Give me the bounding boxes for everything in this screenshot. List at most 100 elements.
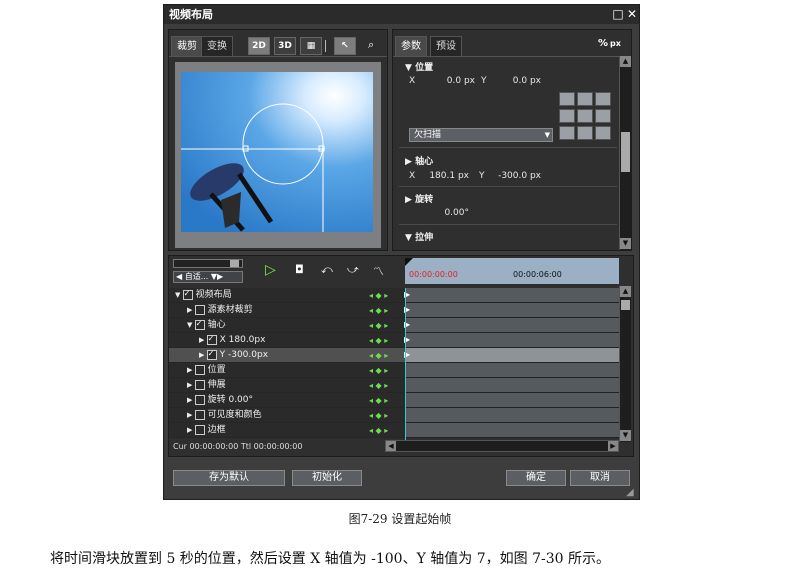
percent-icon[interactable]: % <box>598 38 608 49</box>
keyframe-nav-icon[interactable]: ◂ ◆ ▸ <box>369 288 388 303</box>
track-checkbox[interactable] <box>194 394 205 405</box>
play-icon[interactable]: ▷ <box>265 262 276 278</box>
timeline-hscrollbar[interactable]: ◀ ▶ <box>385 440 619 452</box>
close-icon[interactable]: ✕ <box>625 5 639 24</box>
pivot-y-field[interactable]: -300.0 px <box>489 171 541 181</box>
tab-crop[interactable]: 裁剪 <box>171 36 203 56</box>
track-checkbox[interactable] <box>206 349 217 360</box>
scroll-down-icon[interactable]: ▼ <box>620 238 631 249</box>
track-lane[interactable]: ▶ <box>404 318 619 333</box>
track-lane[interactable] <box>405 408 619 423</box>
track-row[interactable]: ▶ 可见度和颜色 ◂ ◆ ▸ <box>169 408 405 423</box>
track-lane[interactable]: ▶ <box>404 333 619 348</box>
expand-arrow-icon[interactable]: ▶ <box>187 306 195 314</box>
grid-icon[interactable]: ▦ <box>300 37 322 55</box>
tool-2d[interactable]: 2D <box>248 37 270 55</box>
scroll-right-icon[interactable]: ▶ <box>608 441 618 451</box>
collapse-arrow-icon[interactable]: ▼ <box>187 321 195 329</box>
rotation-field[interactable]: 0.00° <box>429 208 469 218</box>
nudge-down-right-icon[interactable] <box>595 126 611 140</box>
nudge-center-icon[interactable] <box>577 109 593 123</box>
tab-transform[interactable]: 变换 <box>201 36 233 56</box>
nudge-right-icon[interactable] <box>595 109 611 123</box>
track-row[interactable]: ▶ Y -300.0px ◂ ◆ ▸ <box>169 348 405 363</box>
keyframe-nav-icon[interactable]: ◂ ◆ ▸ <box>369 318 388 333</box>
collapse-arrow-icon[interactable]: ▼ <box>175 291 183 299</box>
track-lane[interactable] <box>405 378 619 393</box>
section-position[interactable]: ▼ 位置 <box>405 60 433 73</box>
px-unit-toggle[interactable]: px <box>610 39 621 48</box>
expand-arrow-icon[interactable]: ▶ <box>199 351 207 359</box>
timeline-scroll-up-icon[interactable]: ▲ <box>620 286 631 297</box>
track-lane[interactable]: ▶ <box>404 303 619 318</box>
expand-arrow-icon[interactable]: ▶ <box>187 411 195 419</box>
track-lane[interactable]: ▶ <box>404 288 619 303</box>
maximize-icon[interactable]: □ <box>611 5 625 24</box>
track-row[interactable]: ▶ 旋转 0.00° ◂ ◆ ▸ <box>169 393 405 408</box>
overscan-dropdown[interactable]: 欠扫描 ▼ <box>409 128 553 142</box>
keyframe-nav-icon[interactable]: ◂ ◆ ▸ <box>369 363 388 378</box>
track-checkbox[interactable] <box>194 424 205 435</box>
time-ruler[interactable]: 00:00:00:00 00:00:06:00 <box>405 258 619 284</box>
keyframe-icon[interactable]: ◘ <box>295 263 304 276</box>
keyframe-nav-icon[interactable]: ◂ ◆ ▸ <box>369 378 388 393</box>
timeline-scroll-down-icon[interactable]: ▼ <box>620 430 631 441</box>
section-pivot[interactable]: ▶ 轴心 <box>405 154 433 167</box>
nudge-up-icon[interactable] <box>577 92 593 106</box>
ok-button[interactable]: 确定 <box>506 470 566 486</box>
pivot-x-field[interactable]: 180.1 px <box>423 171 469 181</box>
track-lane[interactable] <box>405 423 619 438</box>
nudge-up-left-icon[interactable] <box>559 92 575 106</box>
track-row[interactable]: ▶ 源素材裁剪 ◂ ◆ ▸ <box>169 303 405 318</box>
track-row[interactable]: ▶ 边框 ◂ ◆ ▸ <box>169 423 405 438</box>
track-lane[interactable]: ▶ <box>404 348 619 363</box>
previous-keyframe-icon[interactable]: ⤺ <box>321 263 333 277</box>
track-row[interactable]: ▼ 轴心 ◂ ◆ ▸ <box>169 318 405 333</box>
track-row[interactable]: ▶ 伸展 ◂ ◆ ▸ <box>169 378 405 393</box>
initialize-button[interactable]: 初始化 <box>292 470 362 486</box>
nudge-left-icon[interactable] <box>559 109 575 123</box>
resize-grip-icon[interactable]: ◢ <box>626 487 634 498</box>
position-x-field[interactable]: 0.0 px <box>427 76 475 86</box>
keyframe-nav-icon[interactable]: ◂ ◆ ▸ <box>369 393 388 408</box>
expand-arrow-icon[interactable]: ▶ <box>187 366 195 374</box>
track-lanes[interactable]: ▶ ▶ ▶ ▶ ▶ <box>404 288 619 438</box>
section-rotation[interactable]: ▶ 旋转 <box>405 192 433 205</box>
select-arrow-icon[interactable]: ↖ <box>334 37 356 55</box>
nudge-down-icon[interactable] <box>577 126 593 140</box>
scroll-left-icon[interactable]: ◀ <box>386 441 396 451</box>
fit-select[interactable]: ◀ 自适... ▼▶ <box>173 271 243 283</box>
expand-arrow-icon[interactable]: ▶ <box>187 396 195 404</box>
track-checkbox[interactable] <box>194 379 205 390</box>
track-row[interactable]: ▶ X 180.0px ◂ ◆ ▸ <box>169 333 405 348</box>
tool-3d[interactable]: 3D <box>274 37 296 55</box>
keyframe-nav-icon[interactable]: ◂ ◆ ▸ <box>369 303 388 318</box>
playhead-marker-icon[interactable] <box>405 258 413 266</box>
track-checkbox[interactable] <box>182 289 193 300</box>
track-lane[interactable] <box>405 393 619 408</box>
position-y-field[interactable]: 0.0 px <box>493 76 541 86</box>
expand-arrow-icon[interactable]: ▶ <box>199 336 207 344</box>
next-keyframe-icon[interactable]: ⤻ <box>347 263 359 277</box>
expand-arrow-icon[interactable]: ▶ <box>187 426 195 434</box>
track-lane[interactable] <box>405 363 619 378</box>
tab-presets[interactable]: 预设 <box>430 36 462 56</box>
params-scrollbar[interactable]: ▲ ▼ <box>619 56 631 250</box>
timeline-scrollbar[interactable]: ▲ ▼ <box>619 286 631 442</box>
expand-arrow-icon[interactable]: ▶ <box>187 381 195 389</box>
keyframe-nav-icon[interactable]: ◂ ◆ ▸ <box>369 333 388 348</box>
keyframe-nav-icon[interactable]: ◂ ◆ ▸ <box>369 348 388 363</box>
curve-icon[interactable]: 〽 <box>373 263 384 279</box>
track-checkbox[interactable] <box>194 304 205 315</box>
nudge-down-left-icon[interactable] <box>559 126 575 140</box>
zoom-slider-thumb[interactable] <box>230 260 239 267</box>
track-checkbox[interactable] <box>206 334 217 345</box>
tab-parameters[interactable]: 参数 <box>395 36 427 56</box>
keyframe-nav-icon[interactable]: ◂ ◆ ▸ <box>369 423 388 438</box>
track-checkbox[interactable] <box>194 364 205 375</box>
track-row[interactable]: ▼ 视频布局 ◂ ◆ ▸ <box>169 288 405 303</box>
section-stretch[interactable]: ▼ 拉伸 <box>405 230 433 243</box>
scroll-thumb[interactable] <box>621 132 630 172</box>
zoom-slider[interactable] <box>173 259 243 268</box>
track-checkbox[interactable] <box>194 319 205 330</box>
